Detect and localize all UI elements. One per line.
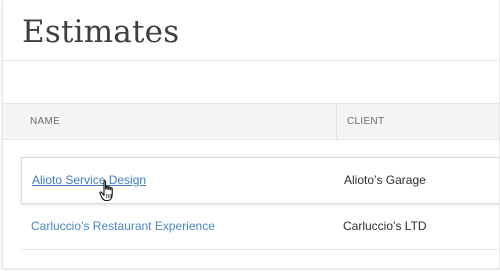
estimates-panel: Estimates NAME CLIENT Alioto Service Des…: [2, 0, 500, 269]
table-row[interactable]: Alioto Service Design Alioto’s Garage: [21, 157, 499, 204]
estimate-link[interactable]: Carluccio’s Restaurant Experience: [31, 219, 215, 233]
estimate-link[interactable]: Alioto Service Design: [32, 173, 146, 187]
table-header: NAME CLIENT: [3, 103, 499, 140]
column-header-client[interactable]: CLIENT: [347, 116, 384, 127]
column-divider: [336, 104, 337, 139]
hand-pointer-icon: [99, 180, 113, 202]
client-cell: Carluccio’s LTD: [343, 219, 427, 233]
column-header-name[interactable]: NAME: [30, 116, 60, 127]
page-title: Estimates: [22, 14, 180, 50]
title-divider: [3, 60, 499, 61]
table-row[interactable]: Carluccio’s Restaurant Experience Carluc…: [21, 204, 499, 250]
client-cell: Alioto’s Garage: [344, 173, 426, 187]
